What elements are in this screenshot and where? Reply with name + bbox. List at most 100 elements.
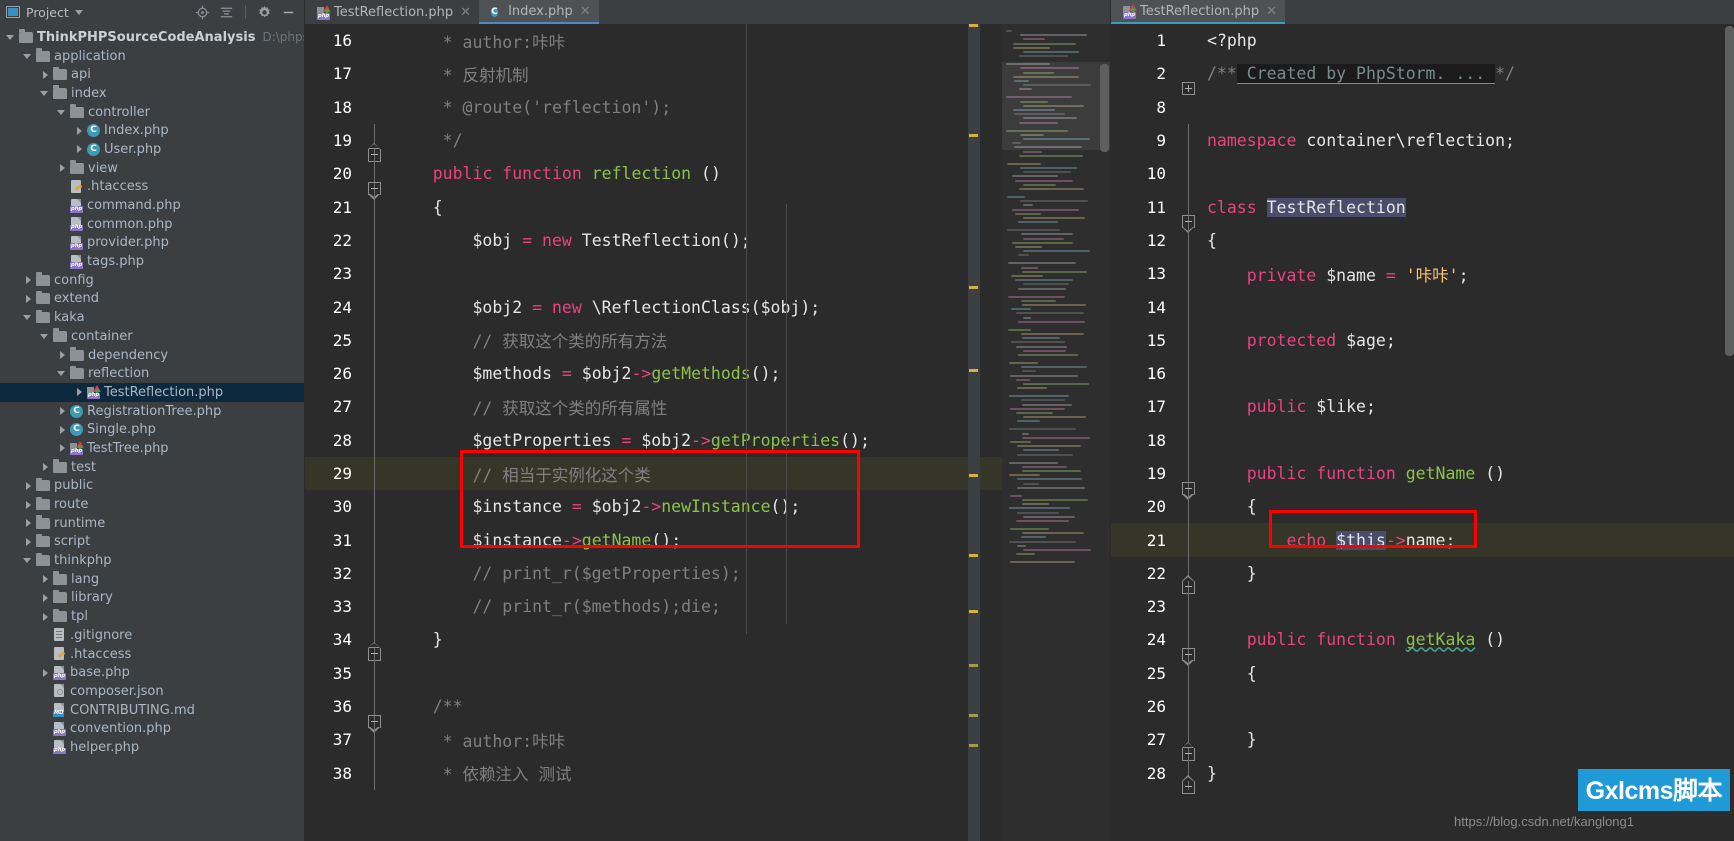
code-line[interactable]: 37 * author:咔咔 [305, 722, 1110, 757]
code-line[interactable]: 26 $methods = $obj2->getMethods(); [305, 356, 1110, 391]
chevron-down-icon[interactable] [6, 32, 17, 43]
left-editor[interactable]: 16 * author:咔咔 17 * 反射机制 18 * @route('refl… [305, 24, 1110, 841]
editor-marker[interactable] [969, 744, 978, 747]
chevron-down-icon[interactable] [23, 51, 34, 62]
tree-item-testtree-php[interactable]: php TestTree.php [0, 439, 304, 458]
code-line[interactable]: 22 } [1111, 556, 1734, 595]
tree-item-script[interactable]: script [0, 533, 304, 552]
tree-item-tpl[interactable]: tpl [0, 607, 304, 626]
tree-item-application[interactable]: application [0, 47, 304, 66]
tree-item-registrationtree-php[interactable]: C RegistrationTree.php [0, 402, 304, 421]
code-line[interactable]: 21 echo $this->name; [1111, 523, 1734, 558]
chevron-right-icon[interactable] [57, 406, 68, 417]
editor-marker[interactable] [969, 664, 978, 667]
code-line[interactable]: 35 [305, 656, 1110, 691]
code-line[interactable]: 38 * 依赖注入 测试 [305, 756, 1110, 791]
chevron-right-icon[interactable] [23, 536, 34, 547]
code-line[interactable]: 22 $obj = new TestReflection(); [305, 223, 1110, 258]
left-editor-minimap[interactable] [1002, 24, 1110, 841]
chevron-down-icon[interactable] [23, 312, 34, 323]
tree-item-tags-php[interactable]: php tags.php [0, 252, 304, 271]
editor-marker[interactable] [969, 286, 978, 289]
editor-marker[interactable] [969, 24, 978, 27]
tab-testreflection-php[interactable]: php TestReflection.php ✕ [305, 0, 479, 24]
code-line[interactable]: 27 } [1111, 722, 1734, 761]
left-editor-code[interactable]: 16 * author:咔咔 17 * 反射机制 18 * @route('refl… [305, 24, 1110, 841]
code-line[interactable]: 16 * author:咔咔 [305, 24, 1110, 57]
chevron-down-icon[interactable] [40, 88, 51, 99]
tree-item-contributing-md[interactable]: MD CONTRIBUTING.md [0, 701, 304, 720]
chevron-right-icon[interactable] [40, 592, 51, 603]
code-line[interactable]: 15 protected $age; [1111, 323, 1734, 358]
code-line[interactable]: 19 public function getName () [1111, 456, 1734, 500]
chevron-right-icon[interactable] [40, 462, 51, 473]
tree-item-common-php[interactable]: php common.php [0, 215, 304, 234]
editor-marker[interactable] [969, 369, 978, 372]
tree-item-testreflection-php[interactable]: php TestReflection.php [0, 383, 304, 402]
code-line[interactable]: 17 * 反射机制 [305, 57, 1110, 90]
chevron-right-icon[interactable] [23, 275, 34, 286]
code-line[interactable]: 1 <?php [1111, 24, 1734, 57]
chevron-right-icon[interactable] [23, 499, 34, 510]
editor-marker[interactable] [969, 610, 978, 613]
tree-item-htaccess[interactable]: .htaccess [0, 178, 304, 197]
right-editor-tabbar[interactable]: php TestReflection.php ✕ [1110, 0, 1734, 24]
left-editor-tabbar[interactable]: php TestReflection.php ✕ C Index.php ✕ [305, 0, 1110, 24]
minimize-icon[interactable] [281, 5, 296, 20]
tree-item-view[interactable]: view [0, 159, 304, 178]
chevron-right-icon[interactable] [57, 163, 68, 174]
right-editor-code[interactable]: 1 <?php 2 /** Created by PhpStorm. ... */ 8 9… [1111, 24, 1734, 841]
code-line[interactable]: 29 // 相当于实例化这个类 [305, 456, 1110, 491]
editor-marker[interactable] [969, 134, 978, 137]
gear-icon[interactable] [257, 5, 272, 20]
code-line[interactable]: 34 } [305, 622, 1110, 661]
chevron-right-icon[interactable] [40, 574, 51, 585]
tree-item-composer-json[interactable]: composer.json [0, 682, 304, 701]
code-line[interactable]: 32 // print_r($getProperties); [305, 556, 1110, 591]
editor-marker[interactable] [969, 714, 978, 717]
code-line[interactable]: 33 // print_r($methods);die; [305, 589, 1110, 624]
left-editor-marker-lane[interactable] [968, 24, 980, 841]
code-line[interactable]: 17 public $like; [1111, 389, 1734, 424]
locate-icon[interactable] [195, 5, 210, 20]
code-line[interactable]: 26 [1111, 689, 1734, 724]
code-line[interactable]: 20 public function reflection () [305, 156, 1110, 200]
chevron-right-icon[interactable] [23, 518, 34, 529]
code-line[interactable]: 24 $obj2 = new \ReflectionClass($obj); [305, 290, 1110, 325]
code-line[interactable]: 20 { [1111, 489, 1734, 524]
chevron-right-icon[interactable] [57, 350, 68, 361]
chevron-right-icon[interactable] [23, 480, 34, 491]
code-line[interactable]: 11 class TestReflection [1111, 190, 1734, 234]
chevron-right-icon[interactable] [40, 69, 51, 80]
tree-item-controller[interactable]: controller [0, 103, 304, 122]
code-line[interactable]: 18 [1111, 423, 1734, 458]
tree-item-test[interactable]: test [0, 458, 304, 477]
chevron-down-icon[interactable] [57, 107, 68, 118]
code-line[interactable]: 28 $getProperties = $obj2->getProperties… [305, 423, 1110, 458]
tree-item-api[interactable]: api [0, 65, 304, 84]
chevron-right-icon[interactable] [74, 125, 85, 136]
code-line[interactable]: 10 [1111, 156, 1734, 191]
tree-item-kaka[interactable]: kaka [0, 308, 304, 327]
code-line[interactable]: 14 [1111, 290, 1734, 325]
code-line[interactable]: 21 { [305, 190, 1110, 225]
tree-item-container[interactable]: container [0, 327, 304, 346]
chevron-down-icon[interactable] [74, 9, 83, 15]
code-line[interactable]: 27 // 获取这个类的所有属性 [305, 389, 1110, 424]
tree-item-base-php[interactable]: php base.php [0, 663, 304, 682]
tree-item-index[interactable]: index [0, 84, 304, 103]
left-editor-scrollbar[interactable] [1100, 64, 1109, 152]
code-line[interactable]: 24 public function getKaka () [1111, 622, 1734, 666]
chevron-right-icon[interactable] [74, 144, 85, 155]
code-line[interactable]: 23 [1111, 589, 1734, 624]
tree-item-public[interactable]: public [0, 477, 304, 496]
tree-item-thinkphpsourcecodeanalysis[interactable]: ThinkPHPSourceCodeAnalysis D:\phpstudy_pr… [0, 28, 304, 47]
code-line[interactable]: 8 [1111, 91, 1734, 124]
tree-item-provider-php[interactable]: php provider.php [0, 234, 304, 253]
tree-item-route[interactable]: route [0, 495, 304, 514]
code-line[interactable]: 2 /** Created by PhpStorm. ... */ [1111, 57, 1734, 95]
code-line[interactable]: 31 $instance->getName(); [305, 523, 1110, 558]
chevron-right-icon[interactable] [74, 387, 85, 398]
tree-item-thinkphp[interactable]: thinkphp [0, 551, 304, 570]
chevron-right-icon[interactable] [40, 611, 51, 622]
